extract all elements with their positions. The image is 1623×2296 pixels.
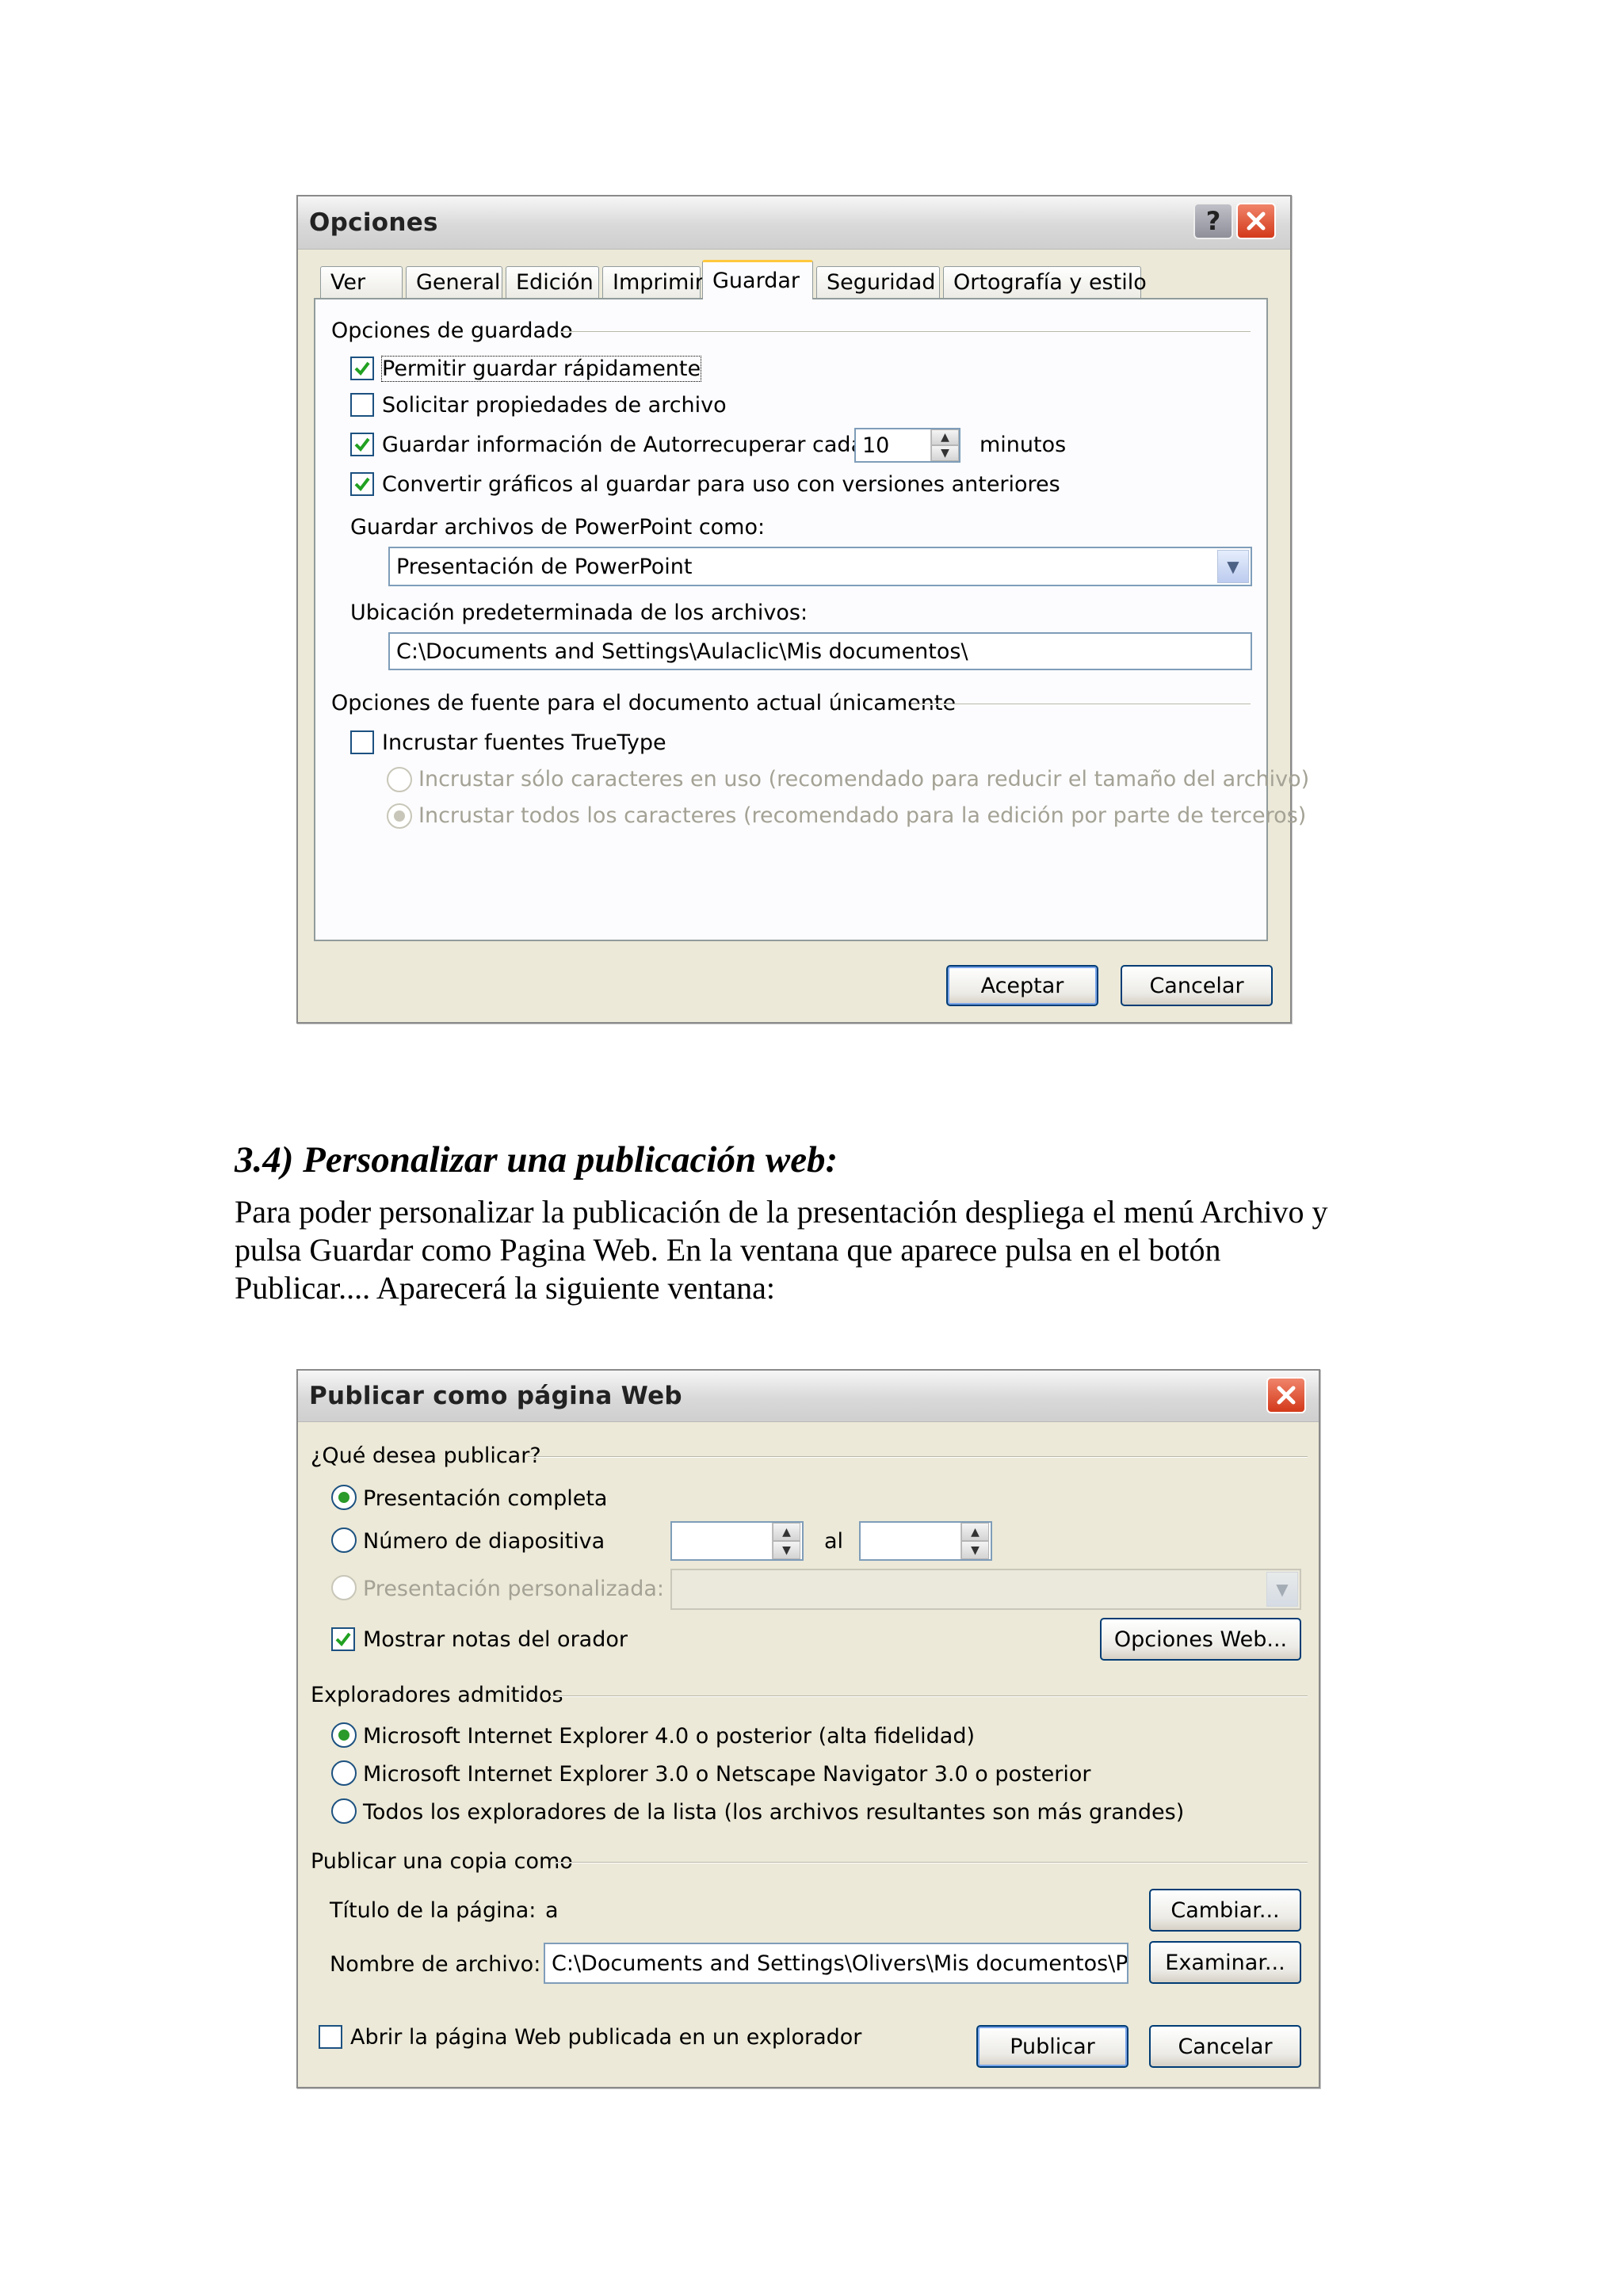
check-icon <box>354 477 370 492</box>
options-title: Opciones <box>309 208 438 237</box>
font-group-label: Opciones de fuente para el documento act… <box>331 691 957 715</box>
file-name-label: Nombre de archivo: <box>330 1952 541 1977</box>
radio-dot <box>394 810 405 822</box>
spin-down-icon[interactable]: ▼ <box>961 1541 989 1559</box>
convert-graphics-label[interactable]: Convertir gráficos al guardar para uso c… <box>382 472 1060 497</box>
check-icon <box>335 1632 351 1647</box>
autorecover-spinner[interactable]: ▲ ▼ <box>930 429 959 461</box>
browsers-group-divider <box>550 1695 1308 1697</box>
spin-down-icon[interactable]: ▼ <box>931 445 959 461</box>
tab-ortografia[interactable]: Ortografía y estilo <box>943 266 1147 298</box>
font-group-divider <box>911 704 1251 705</box>
fast-save-label[interactable]: Permitir guardar rápidamente <box>380 356 702 382</box>
embed-used-radio[interactable] <box>387 767 412 792</box>
slide-to-spinner[interactable]: ▲ ▼ <box>960 1523 989 1559</box>
check-icon <box>354 437 370 452</box>
browser-ie4-label[interactable]: Microsoft Internet Explorer 4.0 o poster… <box>363 1724 975 1749</box>
spin-up-icon[interactable]: ▲ <box>773 1523 800 1541</box>
tab-edicion[interactable]: Edición <box>506 266 599 298</box>
embed-used-label: Incrustar sólo caracteres en uso (recome… <box>418 767 1310 791</box>
spin-up-icon[interactable]: ▲ <box>961 1523 989 1541</box>
slide-from-spinner[interactable]: ▲ ▼ <box>772 1523 800 1559</box>
help-icon[interactable]: ? <box>1193 203 1233 239</box>
slide-to-label: al <box>824 1529 844 1554</box>
tab-imprimir[interactable]: Imprimir <box>602 266 704 298</box>
page-title-label: Título de la página: <box>330 1898 537 1923</box>
embed-all-radio[interactable] <box>387 803 412 829</box>
cancel-button[interactable]: Cancelar <box>1149 2025 1301 2068</box>
copy-group-divider <box>555 1862 1308 1863</box>
section-paragraph: Para poder personalizar la publicación d… <box>235 1193 1423 1307</box>
paragraph-line: Para poder personalizar la publicación d… <box>235 1194 1328 1230</box>
tab-ver[interactable]: Ver <box>320 266 403 298</box>
show-notes-checkbox[interactable] <box>331 1627 355 1651</box>
autorecover-unit: minutos <box>980 433 1067 457</box>
chevron-down-icon[interactable]: ▼ <box>1266 1572 1298 1607</box>
chevron-down-icon[interactable]: ▼ <box>1217 550 1249 583</box>
complete-presentation-label[interactable]: Presentación completa <box>363 1486 607 1511</box>
publish-title: Publicar como página Web <box>309 1382 682 1410</box>
browser-ie3-label[interactable]: Microsoft Internet Explorer 3.0 o Netsca… <box>363 1762 1091 1787</box>
complete-presentation-radio[interactable] <box>331 1485 357 1510</box>
save-group-label: Opciones de guardado <box>331 318 573 343</box>
tab-seguridad[interactable]: Seguridad <box>816 266 940 298</box>
close-icon[interactable] <box>1266 1377 1306 1413</box>
check-icon <box>354 361 370 376</box>
change-button[interactable]: Cambiar... <box>1149 1889 1301 1932</box>
embed-fonts-label[interactable]: Incrustar fuentes TrueType <box>382 730 666 755</box>
custom-presentation-select[interactable] <box>670 1569 1301 1610</box>
convert-graphics-checkbox[interactable] <box>350 472 374 496</box>
embed-all-label: Incrustar todos los caracteres (recomend… <box>418 803 1307 828</box>
autorecover-checkbox[interactable] <box>350 433 374 456</box>
browser-ie4-radio[interactable] <box>331 1722 357 1748</box>
browser-all-label[interactable]: Todos los exploradores de la lista (los … <box>363 1800 1184 1825</box>
close-icon[interactable] <box>1236 203 1276 239</box>
custom-presentation-radio[interactable] <box>331 1575 357 1600</box>
open-in-browser-label[interactable]: Abrir la página Web publicada en un expl… <box>350 2025 861 2050</box>
autorecover-label[interactable]: Guardar información de Autorrecuperar ca… <box>382 433 864 457</box>
embed-fonts-checkbox[interactable] <box>350 730 374 754</box>
default-location-input[interactable]: C:\Documents and Settings\Aulaclic\Mis d… <box>388 632 1252 670</box>
browser-ie3-radio[interactable] <box>331 1760 357 1786</box>
options-titlebar[interactable]: Opciones ? <box>298 196 1290 250</box>
save-as-select[interactable]: Presentación de PowerPoint <box>388 547 1252 586</box>
file-name-input[interactable]: C:\Documents and Settings\Olivers\Mis do… <box>544 1943 1128 1984</box>
fast-save-checkbox[interactable] <box>350 357 374 380</box>
show-notes-label[interactable]: Mostrar notas del orador <box>363 1627 628 1652</box>
browsers-group-label: Exploradores admitidos <box>311 1683 563 1707</box>
slide-number-radio[interactable] <box>331 1527 357 1553</box>
publish-button[interactable]: Publicar <box>976 2025 1128 2068</box>
what-group-divider <box>528 1456 1308 1458</box>
copy-group-label: Publicar una copia como <box>311 1849 573 1874</box>
spin-down-icon[interactable]: ▼ <box>773 1541 800 1559</box>
publish-titlebar[interactable]: Publicar como página Web <box>298 1371 1319 1422</box>
custom-presentation-label: Presentación personalizada: <box>363 1577 665 1601</box>
save-as-label: Guardar archivos de PowerPoint como: <box>350 515 766 540</box>
cancel-button[interactable]: Cancelar <box>1121 965 1273 1006</box>
prompt-properties-checkbox[interactable] <box>350 393 374 417</box>
spin-up-icon[interactable]: ▲ <box>931 429 959 445</box>
paragraph-line: pulsa Guardar como Pagina Web. En la ven… <box>235 1232 1221 1268</box>
open-in-browser-checkbox[interactable] <box>319 2025 342 2049</box>
options-dialog: Opciones ? Ver General Edición Imprimir … <box>296 195 1309 1024</box>
what-group-label: ¿Qué desea publicar? <box>311 1444 541 1468</box>
paragraph-line: Publicar.... Aparecerá la siguiente vent… <box>235 1270 775 1306</box>
section-heading: 3.4) Personalizar una publicación web: <box>235 1139 838 1180</box>
slide-number-label[interactable]: Número de diapositiva <box>363 1529 605 1554</box>
web-options-button[interactable]: Opciones Web... <box>1100 1618 1301 1661</box>
page-title-value: a <box>545 1898 559 1923</box>
save-group-divider <box>561 331 1251 333</box>
options-tab-panel: Opciones de guardado Permitir guardar rá… <box>314 298 1309 941</box>
browser-all-radio[interactable] <box>331 1798 357 1824</box>
ok-button[interactable]: Aceptar <box>946 965 1098 1006</box>
tab-general[interactable]: General <box>406 266 502 298</box>
browse-button[interactable]: Examinar... <box>1149 1941 1301 1984</box>
radio-dot <box>338 1730 349 1741</box>
prompt-properties-label[interactable]: Solicitar propiedades de archivo <box>382 393 727 418</box>
publish-dialog: Publicar como página Web ¿Qué desea publ… <box>296 1369 1320 2088</box>
radio-dot <box>338 1492 349 1503</box>
default-location-label: Ubicación predeterminada de los archivos… <box>350 601 808 625</box>
tab-guardar[interactable]: Guardar <box>702 260 813 299</box>
